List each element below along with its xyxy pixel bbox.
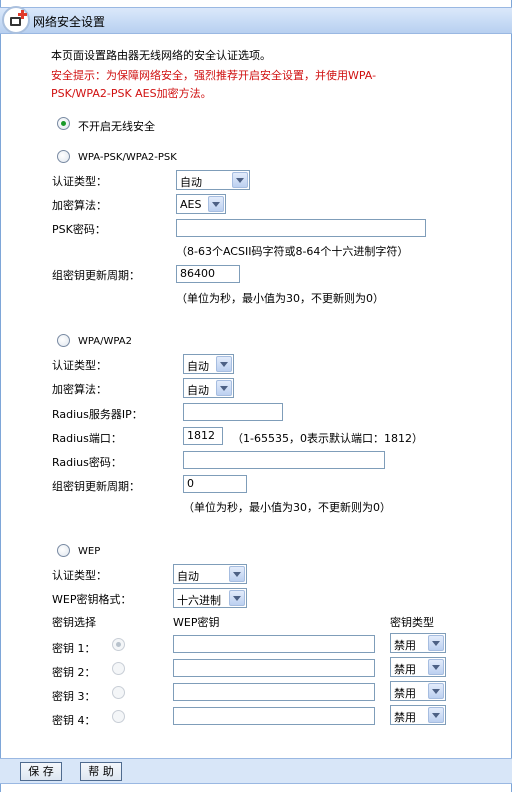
wpa-psk-period-hint: （单位为秒，最小值为30，不更新则为0） <box>176 292 384 305</box>
wpa-auth-label: 认证类型： <box>52 359 107 372</box>
wep-auth-label: 认证类型： <box>52 569 107 582</box>
wep-title: WEP <box>78 546 101 557</box>
chevron-down-icon <box>428 683 444 699</box>
key-4-type-select[interactable]: 禁用 <box>390 705 446 725</box>
wpa-period-hint: （单位为秒，最小值为30，不更新则为0） <box>183 501 391 514</box>
radius-port-label: Radius端口： <box>52 432 122 445</box>
footer-bar: 保 存 帮 助 <box>0 758 512 784</box>
wep-format-label: WEP密钥格式： <box>52 593 132 606</box>
chevron-down-icon <box>232 172 248 188</box>
page-title: 网络安全设置 <box>33 15 106 29</box>
wpa-title: WPA/WPA2 <box>78 336 132 347</box>
chevron-down-icon <box>428 659 444 675</box>
key-type-header: 密钥类型 <box>390 616 434 629</box>
wpa-period-input[interactable]: 0 <box>183 475 247 493</box>
psk-password-hint: （8-63个ACSII码字符或8-64个十六进制字符） <box>176 245 409 258</box>
key-4-input[interactable] <box>173 707 375 725</box>
save-button[interactable]: 保 存 <box>20 762 62 781</box>
wep-key-header: WEP密钥 <box>173 616 220 629</box>
warning-line-2: PSK/WPA2-PSK AES加密方法。 <box>51 87 212 100</box>
wpa-psk-enc-select[interactable]: AES <box>176 194 226 214</box>
wpa-radio[interactable] <box>57 334 70 347</box>
wep-format-select[interactable]: 十六进制 <box>173 588 247 608</box>
key-select-header: 密钥选择 <box>52 616 96 629</box>
wpa-psk-auth-label: 认证类型： <box>52 175 107 188</box>
radius-port-hint: （1-65535，0表示默认端口：1812） <box>232 432 423 445</box>
key-1-label: 密钥 1： <box>52 642 96 655</box>
wpa-psk-radio[interactable] <box>57 150 70 163</box>
key-2-type-select[interactable]: 禁用 <box>390 657 446 677</box>
key-3-input[interactable] <box>173 683 375 701</box>
wpa-enc-select[interactable]: 自动 <box>183 378 234 398</box>
key-1-type-select[interactable]: 禁用 <box>390 633 446 653</box>
psk-password-label: PSK密码： <box>52 223 106 236</box>
radius-ip-input[interactable] <box>183 403 283 421</box>
key-1-radio[interactable] <box>112 638 125 651</box>
radius-port-input[interactable]: 1812 <box>183 427 223 445</box>
wpa-period-label: 组密钥更新周期： <box>52 480 140 493</box>
wpa-psk-period-input[interactable]: 86400 <box>176 265 240 283</box>
chevron-down-icon <box>428 635 444 651</box>
key-1-input[interactable] <box>173 635 375 653</box>
chevron-down-icon <box>428 707 444 723</box>
key-2-label: 密钥 2： <box>52 666 96 679</box>
key-2-radio[interactable] <box>112 662 125 675</box>
psk-password-input[interactable] <box>176 219 426 237</box>
wep-auth-select[interactable]: 自动 <box>173 564 247 584</box>
wpa-enc-label: 加密算法： <box>52 383 107 396</box>
wpa-auth-select[interactable]: 自动 <box>183 354 234 374</box>
key-2-input[interactable] <box>173 659 375 677</box>
radius-password-input[interactable] <box>183 451 385 469</box>
chevron-down-icon <box>216 356 232 372</box>
help-button[interactable]: 帮 助 <box>80 762 122 781</box>
key-3-type-select[interactable]: 禁用 <box>390 681 446 701</box>
wpa-psk-enc-label: 加密算法： <box>52 199 107 212</box>
key-3-label: 密钥 3： <box>52 690 96 703</box>
radius-ip-label: Radius服务器IP： <box>52 408 143 421</box>
wpa-psk-auth-select[interactable]: 自动 <box>176 170 250 190</box>
no-security-label: 不开启无线安全 <box>78 120 155 133</box>
wpa-psk-title: WPA-PSK/WPA2-PSK <box>78 152 177 163</box>
key-4-radio[interactable] <box>112 710 125 723</box>
chevron-down-icon <box>216 380 232 396</box>
chevron-down-icon <box>229 590 245 606</box>
add-logo-icon <box>2 6 30 34</box>
radius-password-label: Radius密码： <box>52 456 122 469</box>
wep-radio[interactable] <box>57 544 70 557</box>
no-security-radio[interactable] <box>57 117 70 130</box>
key-3-radio[interactable] <box>112 686 125 699</box>
key-4-label: 密钥 4： <box>52 714 96 727</box>
chevron-down-icon <box>208 196 224 212</box>
wpa-psk-period-label: 组密钥更新周期： <box>52 269 140 282</box>
warning-line-1: 安全提示：为保障网络安全，强烈推荐开启安全设置，并使用WPA- <box>51 69 377 82</box>
intro-text: 本页面设置路由器无线网络的安全认证选项。 <box>51 49 271 62</box>
chevron-down-icon <box>229 566 245 582</box>
